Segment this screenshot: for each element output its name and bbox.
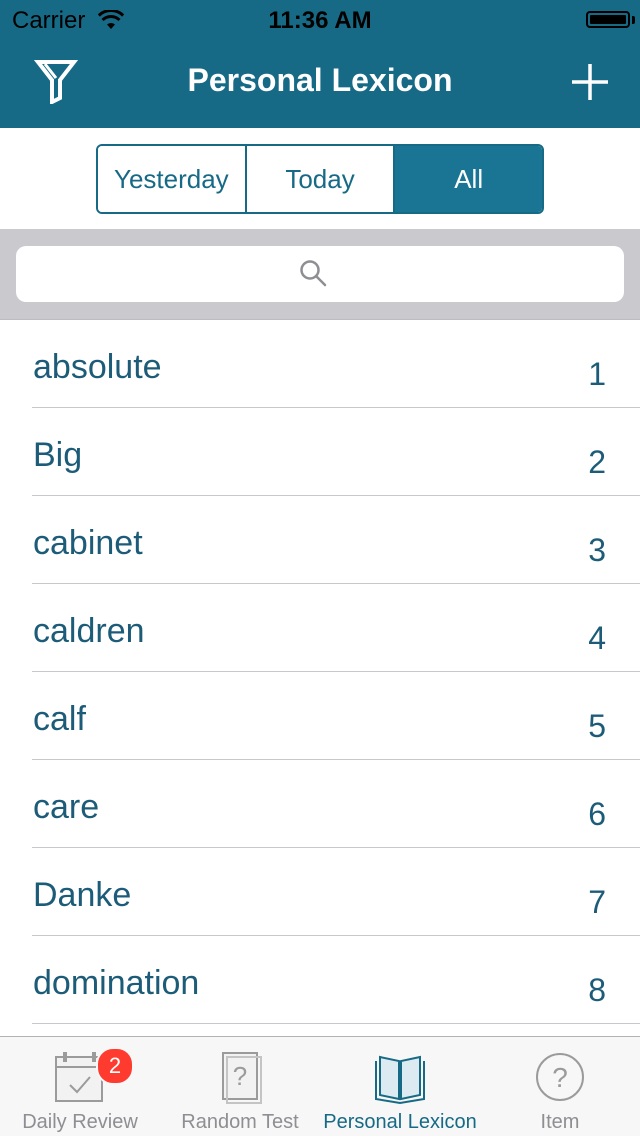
- word-label: domination: [33, 964, 200, 1002]
- word-label: Big: [33, 436, 83, 474]
- plus-icon[interactable]: [568, 60, 612, 104]
- segment-yesterday[interactable]: Yesterday: [98, 146, 247, 212]
- tab-label: Personal Lexicon: [323, 1111, 477, 1133]
- word-list: absolute 1 Big 2 cabinet 3 caldren 4 cal…: [0, 320, 640, 1036]
- segment-today[interactable]: Today: [246, 146, 396, 212]
- notification-badge: 2: [96, 1047, 134, 1085]
- battery-icon: [586, 11, 630, 28]
- word-label: absolute: [33, 348, 162, 386]
- svg-text:?: ?: [233, 1061, 247, 1091]
- segment-all[interactable]: All: [395, 146, 542, 212]
- date-filter-segmented-control: Yesterday Today All: [96, 144, 544, 214]
- svg-text:?: ?: [552, 1062, 568, 1093]
- page-title: Personal Lexicon: [187, 62, 453, 98]
- list-item[interactable]: caldren 4: [0, 584, 640, 672]
- list-item[interactable]: Big 2: [0, 408, 640, 496]
- tab-daily-review[interactable]: 2 Daily Review: [0, 1037, 160, 1137]
- word-label: calf: [33, 700, 86, 738]
- tab-label: Daily Review: [22, 1111, 138, 1133]
- segment-area: Yesterday Today All: [0, 128, 640, 228]
- word-label: care: [33, 788, 100, 826]
- word-count: 3: [588, 532, 606, 568]
- tab-bar: 2 Daily Review ? Random Test Personal Le…: [0, 1036, 640, 1136]
- list-item[interactable]: calf 5: [0, 672, 640, 760]
- word-count: 2: [588, 444, 606, 480]
- list-item[interactable]: absolute 1: [0, 320, 640, 408]
- open-book-icon: [375, 1055, 425, 1105]
- word-label: Danke: [33, 876, 132, 914]
- tab-item[interactable]: ? Item: [480, 1037, 640, 1137]
- word-count: 4: [588, 620, 606, 656]
- tab-personal-lexicon[interactable]: Personal Lexicon: [320, 1037, 480, 1137]
- list-item[interactable]: Danke 7: [0, 848, 640, 936]
- list-item[interactable]: domination 8: [0, 936, 640, 1024]
- list-item[interactable]: cabinet 3: [0, 496, 640, 584]
- tab-label: Random Test: [181, 1111, 299, 1133]
- word-count: 1: [588, 356, 606, 392]
- question-card-icon: ?: [222, 1052, 262, 1104]
- question-circle-icon: ?: [536, 1053, 584, 1101]
- word-count: 6: [588, 796, 606, 832]
- word-count: 8: [588, 972, 606, 1008]
- list-item[interactable]: care 6: [0, 760, 640, 848]
- status-bar: Carrier 11:36 AM: [0, 0, 640, 40]
- status-time: 11:36 AM: [268, 7, 372, 34]
- word-label: caldren: [33, 612, 145, 650]
- word-count: 7: [588, 884, 606, 920]
- word-count: 5: [588, 708, 606, 744]
- tab-random-test[interactable]: ? Random Test: [160, 1037, 320, 1137]
- navigation-header: Carrier 11:36 AM Personal Lexicon: [0, 0, 640, 128]
- search-icon: [300, 260, 327, 287]
- battery-nub: [632, 16, 635, 24]
- word-label: cabinet: [33, 524, 143, 562]
- tab-label: Item: [540, 1111, 580, 1133]
